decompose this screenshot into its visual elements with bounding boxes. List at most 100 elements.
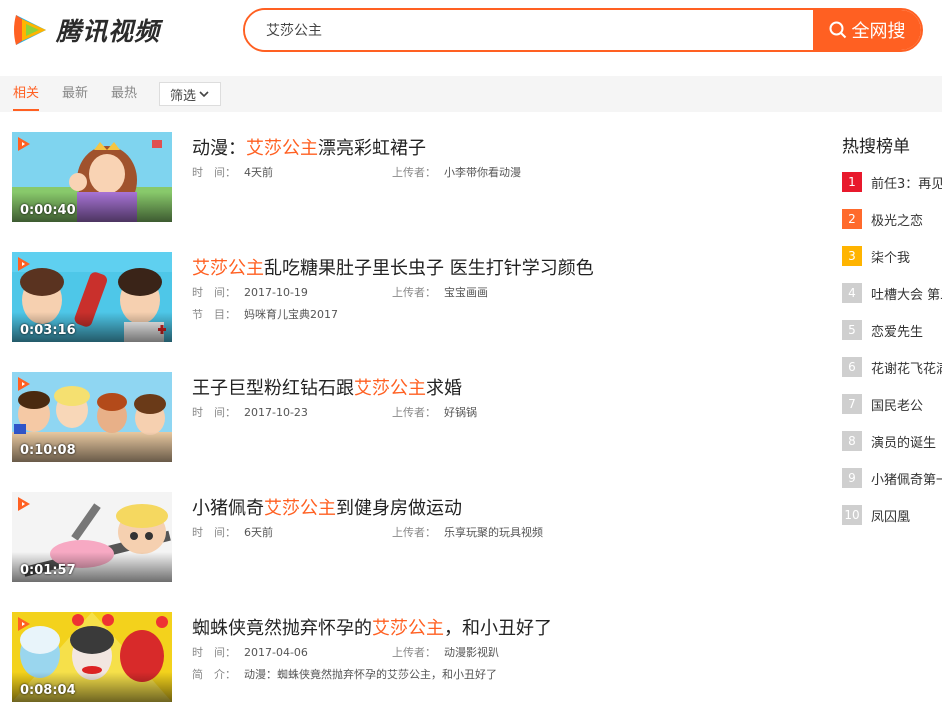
rank-badge: 2: [842, 209, 862, 229]
tencent-video-logo-icon: [14, 15, 46, 45]
hot-search-name: 凤囚凰: [871, 509, 911, 525]
video-thumbnail[interactable]: 0:00:40: [12, 132, 172, 222]
hot-search-item[interactable]: 4 吐槽大会 第二季: [842, 283, 942, 303]
hot-search-item[interactable]: 5 恋爱先生: [842, 320, 942, 340]
search-button[interactable]: 全网搜: [813, 10, 921, 50]
title-highlight: 艾莎公主: [192, 258, 264, 279]
logo-text: 腾讯视频: [56, 17, 161, 46]
filter-bar: 相关 最新 最热 筛选: [0, 76, 942, 112]
meta-uploader: 上传者： 宝宝画画: [392, 286, 488, 299]
title-text: 漂亮彩虹裙子: [318, 138, 426, 159]
rank-badge: 6: [842, 357, 862, 377]
video-title[interactable]: 蜘蛛侠竟然抛弃怀孕的艾莎公主，和小丑好了: [192, 614, 552, 640]
hot-search-panel: 热搜榜单: [842, 132, 942, 160]
hot-search-item[interactable]: 3 柒个我: [842, 246, 942, 266]
meta-program: 节 目： 妈咪育儿宝典2017: [192, 308, 338, 321]
title-highlight: 艾莎公主: [372, 618, 444, 639]
title-text: 动漫：: [192, 138, 246, 159]
hot-search-title: 热搜榜单: [842, 137, 910, 157]
search-button-label: 全网搜: [851, 21, 906, 42]
meta-uploader: 上传者： 好锅锅: [392, 406, 477, 419]
video-duration: 0:08:04: [20, 683, 76, 698]
program-link[interactable]: 妈咪育儿宝典2017: [244, 308, 338, 321]
video-thumbnail[interactable]: 0:03:16: [12, 252, 172, 342]
hot-search-name: 柒个我: [871, 250, 911, 266]
uploader-link[interactable]: 好锅锅: [444, 406, 477, 419]
hot-search-name: 小猪佩奇第一季: [871, 472, 942, 488]
hot-search-name: 花谢花飞花满天: [871, 361, 942, 377]
uploader-link[interactable]: 乐享玩聚的玩具视频: [444, 526, 543, 539]
meta-uploader: 上传者： 动漫影视趴: [392, 646, 499, 659]
meta-uploader: 上传者： 乐享玩聚的玩具视频: [392, 526, 543, 539]
tab-hottest[interactable]: 最热: [111, 76, 137, 112]
header: 腾讯视频 全网搜: [0, 0, 942, 66]
rank-badge: 10: [842, 505, 862, 525]
title-highlight: 艾莎公主: [264, 498, 336, 519]
meta-description: 简 介： 动漫：蜘蛛侠竟然抛弃怀孕的艾莎公主，和小丑好了: [192, 668, 497, 681]
video-duration: 0:10:08: [20, 443, 76, 458]
video-duration: 0:03:16: [20, 323, 76, 338]
play-icon: [18, 497, 30, 511]
video-title[interactable]: 艾莎公主乱吃糖果肚子里长虫子 医生打针学习颜色: [192, 254, 594, 280]
rank-badge: 9: [842, 468, 862, 488]
hot-search-item[interactable]: 2 极光之恋: [842, 209, 942, 229]
title-text: ，和小丑好了: [444, 618, 552, 639]
play-icon: [18, 257, 30, 271]
tab-relevant[interactable]: 相关: [13, 76, 40, 112]
search-icon: [829, 21, 846, 39]
tencent-video-logo[interactable]: 腾讯视频: [12, 10, 160, 50]
rank-badge: 3: [842, 246, 862, 266]
meta-time: 时 间： 2017-10-23: [192, 406, 308, 419]
result-item: 0:10:08 王子巨型粉红钻石跟艾莎公主求婚 时 间： 2017-10-23 上…: [12, 372, 812, 462]
uploader-link[interactable]: 宝宝画画: [444, 286, 488, 299]
hot-search-name: 恋爱先生: [871, 324, 924, 340]
uploader-link[interactable]: 小李带你看动漫: [444, 166, 521, 179]
title-text: 小猪佩奇: [192, 498, 264, 519]
meta-time: 时 间： 2017-10-19: [192, 286, 308, 299]
rank-badge: 1: [842, 172, 862, 192]
video-title[interactable]: 小猪佩奇艾莎公主到健身房做运动: [192, 494, 462, 520]
title-text: 到健身房做运动: [336, 498, 462, 519]
hot-search-name: 前任3：再见前任: [871, 176, 942, 192]
hot-search-name: 演员的诞生: [871, 435, 937, 451]
title-text: 蜘蛛侠竟然抛弃怀孕的: [192, 618, 372, 639]
rank-badge: 7: [842, 394, 862, 414]
video-thumbnail[interactable]: 0:01:57: [12, 492, 172, 582]
chevron-down-icon: [199, 91, 209, 98]
video-thumbnail[interactable]: 0:10:08: [12, 372, 172, 462]
title-text: 求婚: [426, 378, 462, 399]
meta-time: 时 间： 6天前: [192, 526, 273, 539]
filter-button-label: 筛选: [169, 88, 196, 104]
rank-badge: 8: [842, 431, 862, 451]
hot-search-name: 极光之恋: [871, 213, 924, 229]
hot-search-name: 国民老公: [871, 398, 924, 414]
video-title[interactable]: 动漫：艾莎公主漂亮彩虹裙子: [192, 134, 426, 160]
hot-search-item[interactable]: 8 演员的诞生: [842, 431, 942, 451]
video-thumbnail[interactable]: 0:08:04: [12, 612, 172, 702]
video-duration: 0:01:57: [20, 563, 76, 578]
hot-search-item[interactable]: 7 国民老公: [842, 394, 942, 414]
hot-search-item[interactable]: 1 前任3：再见前任: [842, 172, 942, 192]
hot-search-item[interactable]: 10 凤囚凰: [842, 505, 942, 525]
filter-button[interactable]: 筛选: [159, 82, 221, 106]
play-icon: [18, 617, 30, 631]
search-input[interactable]: [245, 10, 813, 50]
result-item: 0:08:04 蜘蛛侠竟然抛弃怀孕的艾莎公主，和小丑好了 时 间： 2017-04…: [12, 612, 812, 702]
hot-search-name: 吐槽大会 第二季: [871, 287, 942, 303]
title-highlight: 艾莎公主: [246, 138, 318, 159]
meta-time: 时 间： 2017-04-06: [192, 646, 308, 659]
uploader-link[interactable]: 动漫影视趴: [444, 646, 499, 659]
play-icon: [18, 377, 30, 391]
title-text: 王子巨型粉红钻石跟: [192, 378, 354, 399]
result-item: 0:00:40 动漫：艾莎公主漂亮彩虹裙子 时 间： 4天前 上传者： 小李带你看动…: [12, 132, 812, 222]
hot-search-item[interactable]: 6 花谢花飞花满天: [842, 357, 942, 377]
title-highlight: 艾莎公主: [354, 378, 426, 399]
hot-search-item[interactable]: 9 小猪佩奇第一季: [842, 468, 942, 488]
video-title[interactable]: 王子巨型粉红钻石跟艾莎公主求婚: [192, 374, 462, 400]
tab-newest[interactable]: 最新: [62, 76, 88, 112]
meta-time: 时 间： 4天前: [192, 166, 273, 179]
video-duration: 0:00:40: [20, 203, 76, 218]
result-item: 0:01:57 小猪佩奇艾莎公主到健身房做运动 时 间： 6天前 上传者： 乐享玩聚…: [12, 492, 812, 582]
meta-uploader: 上传者： 小李带你看动漫: [392, 166, 521, 179]
result-item: 0:03:16 艾莎公主乱吃糖果肚子里长虫子 医生打针学习颜色 时 间： 2017…: [12, 252, 812, 342]
